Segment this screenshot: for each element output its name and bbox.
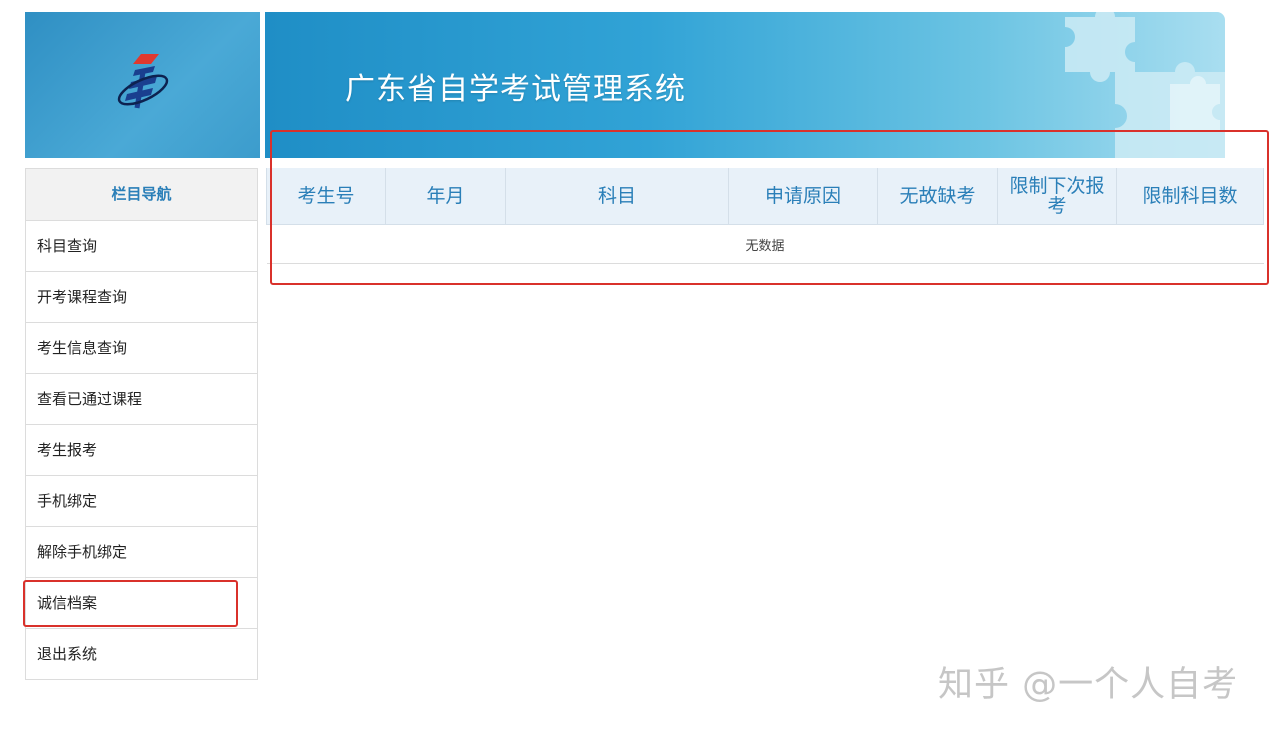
column-header-reason: 申请原因 <box>728 168 878 225</box>
sidebar-item-subject-query[interactable]: 科目查询 <box>26 221 257 272</box>
header-banner: 广东省自学考试管理系统 <box>265 12 1225 158</box>
sidebar-item-passed-courses[interactable]: 查看已通过课程 <box>26 374 257 425</box>
column-header-restrict-count: 限制科目数 <box>1116 168 1264 225</box>
page-title: 广东省自学考试管理系统 <box>345 72 686 107</box>
logo-icon <box>117 54 168 109</box>
sidebar-nav: 栏目导航 科目查询 开考课程查询 考生信息查询 查看已通过课程 考生报考 手机绑… <box>25 168 258 680</box>
column-header-absence: 无故缺考 <box>877 168 998 225</box>
sidebar-item-course-query[interactable]: 开考课程查询 <box>26 272 257 323</box>
column-header-student-id: 考生号 <box>266 168 386 225</box>
column-header-subject: 科目 <box>505 168 729 225</box>
sidebar-item-exam-registration[interactable]: 考生报考 <box>26 425 257 476</box>
column-header-year-month: 年月 <box>385 168 506 225</box>
puzzle-decoration-icon <box>1065 12 1225 158</box>
logo-panel <box>25 12 260 158</box>
table-row: 无数据 <box>266 224 1264 264</box>
column-header-restrict-next: 限制下次报考 <box>997 168 1117 225</box>
empty-message: 无数据 <box>266 224 1264 264</box>
sidebar-item-phone-bind[interactable]: 手机绑定 <box>26 476 257 527</box>
sidebar-item-student-info[interactable]: 考生信息查询 <box>26 323 257 374</box>
sidebar-item-logout[interactable]: 退出系统 <box>26 629 257 679</box>
sidebar-heading: 栏目导航 <box>26 168 257 221</box>
watermark: 知乎 @一个人自考 <box>938 665 1239 705</box>
sidebar-item-integrity-record[interactable]: 诚信档案 <box>26 578 257 629</box>
integrity-record-table: 考生号 年月 科目 申请原因 无故缺考 限制下次报考 限制科目数 无数据 <box>266 168 1264 264</box>
sidebar-item-phone-unbind[interactable]: 解除手机绑定 <box>26 527 257 578</box>
table-header-row: 考生号 年月 科目 申请原因 无故缺考 限制下次报考 限制科目数 <box>266 168 1264 225</box>
